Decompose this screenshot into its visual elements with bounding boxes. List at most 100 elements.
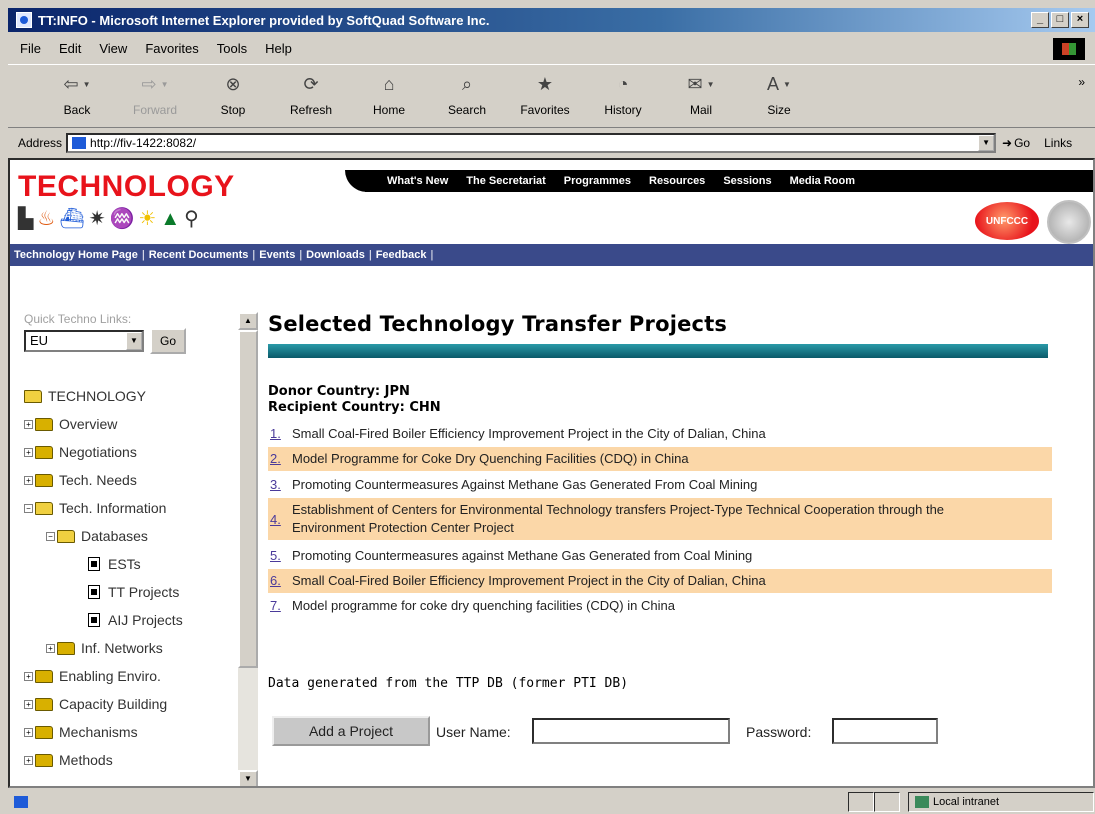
password-field[interactable] [832, 718, 938, 744]
expand-icon[interactable]: + [24, 755, 33, 765]
add-project-button[interactable]: Add a Project [272, 716, 430, 746]
project-row[interactable]: 6. Small Coal-Fired Boiler Efficiency Im… [268, 569, 1052, 593]
forward-button[interactable]: ⇨ ▼ Forward [116, 65, 194, 125]
search-button[interactable]: ⌕ Search [428, 65, 506, 125]
status-bar: Local intranet [8, 790, 1095, 814]
address-input[interactable]: http://fiv-1422:8082/ ▼ [66, 133, 997, 153]
scrollbar-thumb[interactable] [238, 330, 258, 668]
mail-button[interactable]: ✉ ▼ Mail [662, 65, 740, 125]
folder-icon [57, 641, 75, 655]
project-number-link[interactable]: 2. [270, 450, 292, 468]
project-row[interactable]: 1. Small Coal-Fired Boiler Efficiency Im… [268, 422, 1052, 446]
subnav-feedback[interactable]: Feedback [376, 249, 427, 261]
document-icon [88, 585, 100, 599]
project-row[interactable]: 3. Promoting Countermeasures Against Met… [268, 473, 1052, 497]
go-label: Go [1014, 136, 1031, 150]
quick-links-label: Quick Techno Links: [24, 312, 132, 326]
page-viewport: TECHNOLOGY ▙ ♨ ⛴ ✷ ♒ ☀ ▲ ⚲ What's New Th… [8, 158, 1095, 788]
links-button[interactable]: Links [1044, 136, 1072, 150]
tree-item-tech-information[interactable]: − Tech. Information [24, 500, 166, 516]
expand-icon[interactable]: + [46, 643, 55, 653]
project-row[interactable]: 4. Establishment of Centers for Environm… [268, 498, 1052, 540]
menu-help[interactable]: Help [265, 41, 292, 56]
stop-button[interactable]: ⊗ Stop [194, 65, 272, 125]
unfccc-logo[interactable]: UNFCCC [975, 202, 1039, 240]
tree-item-tt-projects[interactable]: TT Projects [88, 584, 179, 600]
tree-item-capacity-building[interactable]: + Capacity Building [24, 696, 167, 712]
page-status-icon [14, 796, 28, 808]
project-number-link[interactable]: 1. [270, 425, 292, 443]
size-button[interactable]: A ▼ Size [740, 65, 818, 125]
nav-whats-new[interactable]: What's New [387, 175, 448, 187]
tree-item-negotiations[interactable]: + Negotiations [24, 444, 137, 460]
folder-icon [35, 697, 53, 711]
expand-icon[interactable]: + [24, 447, 33, 457]
username-field[interactable] [532, 718, 730, 744]
tree-item-ests[interactable]: ESTs [88, 556, 141, 572]
expand-icon[interactable]: + [24, 727, 33, 737]
sidebar-scrollbar[interactable]: ▲ ▼ [238, 312, 258, 786]
tree-item-methods[interactable]: + Methods [24, 752, 113, 768]
tree-item-technology[interactable]: TECHNOLOGY [24, 388, 146, 404]
minimize-button[interactable]: _ [1031, 12, 1049, 28]
favorites-button[interactable]: ★ Favorites [506, 65, 584, 125]
nav-programmes[interactable]: Programmes [564, 175, 631, 187]
tree-item-mechanisms[interactable]: + Mechanisms [24, 724, 138, 740]
close-button[interactable]: × [1071, 12, 1089, 28]
nav-media-room[interactable]: Media Room [790, 175, 855, 187]
subnav-events[interactable]: Events [259, 249, 295, 261]
project-number-link[interactable]: 6. [270, 572, 292, 590]
chevron-down-icon[interactable]: ▼ [126, 332, 142, 350]
project-title: Promoting Countermeasures Against Methan… [292, 477, 758, 492]
project-row[interactable]: 5. Promoting Countermeasures against Met… [268, 544, 1052, 568]
history-button[interactable]: ◔ History [584, 65, 662, 125]
menu-tools[interactable]: Tools [217, 41, 247, 56]
tree-item-enabling-enviro[interactable]: + Enabling Enviro. [24, 668, 161, 684]
address-dropdown-button[interactable]: ▼ [978, 135, 995, 151]
tree-item-overview[interactable]: + Overview [24, 416, 117, 432]
tree-item-tech-needs[interactable]: + Tech. Needs [24, 472, 137, 488]
tree-item-aij-projects[interactable]: AIJ Projects [88, 612, 183, 628]
project-row[interactable]: 2. Model Programme for Coke Dry Quenchin… [268, 447, 1052, 471]
nav-secretariat[interactable]: The Secretariat [466, 175, 545, 187]
subnav-technology-home[interactable]: Technology Home Page [14, 249, 138, 261]
expand-icon[interactable]: + [24, 671, 33, 681]
tree-item-inf-networks[interactable]: + Inf. Networks [46, 640, 163, 656]
project-row[interactable]: 7. Model programme for coke dry quenchin… [268, 594, 1052, 618]
project-number-link[interactable]: 3. [270, 476, 292, 494]
back-button[interactable]: ⇦ ▼ Back [38, 65, 116, 125]
subnav-recent-documents[interactable]: Recent Documents [149, 249, 249, 261]
collapse-icon[interactable]: − [46, 531, 55, 541]
expand-icon[interactable]: + [24, 419, 33, 429]
favorites-folder-icon: ★ [536, 73, 554, 94]
toolbar-overflow-chevron[interactable]: » [1078, 75, 1085, 89]
nav-sessions[interactable]: Sessions [723, 175, 771, 187]
go-button[interactable]: ➜ Go [1002, 136, 1030, 150]
expand-icon[interactable]: + [24, 475, 33, 485]
menu-view[interactable]: View [99, 41, 127, 56]
refresh-button[interactable]: ⟳ Refresh [272, 65, 350, 125]
menu-edit[interactable]: Edit [59, 41, 81, 56]
collapse-icon[interactable]: − [24, 503, 33, 513]
maximize-button[interactable]: □ [1051, 12, 1069, 28]
scroll-up-button[interactable]: ▲ [238, 312, 258, 330]
page-title: Selected Technology Transfer Projects [268, 312, 728, 336]
project-title: Small Coal-Fired Boiler Efficiency Impro… [292, 426, 766, 441]
menu-favorites[interactable]: Favorites [145, 41, 198, 56]
subnav-downloads[interactable]: Downloads [306, 249, 365, 261]
status-cell [874, 792, 900, 812]
quick-links-select[interactable]: EU ▼ [24, 330, 144, 352]
folder-icon [35, 669, 53, 683]
scroll-down-button[interactable]: ▼ [238, 770, 258, 786]
expand-icon[interactable]: + [24, 699, 33, 709]
document-icon [88, 557, 100, 571]
quick-links-go-button[interactable]: Go [150, 328, 186, 354]
nav-resources[interactable]: Resources [649, 175, 705, 187]
home-button[interactable]: ⌂ Home [350, 65, 428, 125]
tree-item-databases[interactable]: − Databases [46, 528, 148, 544]
menu-file[interactable]: File [20, 41, 41, 56]
project-number-link[interactable]: 5. [270, 547, 292, 565]
technology-logo[interactable]: TECHNOLOGY [18, 170, 235, 204]
project-number-link[interactable]: 4. [270, 501, 292, 529]
project-number-link[interactable]: 7. [270, 597, 292, 615]
